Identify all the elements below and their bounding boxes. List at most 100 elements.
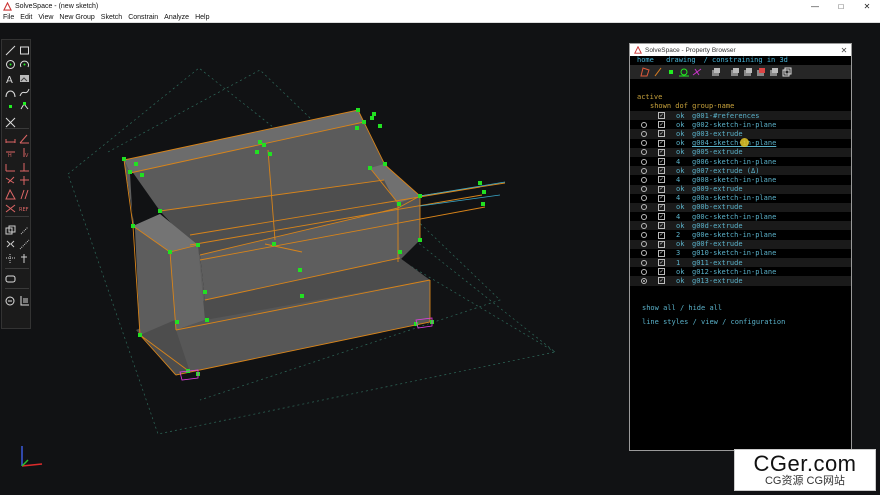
mid-point-icon[interactable] — [4, 252, 16, 264]
group-row[interactable]: ✓ 2 g00e-sketch-in-plane — [630, 230, 851, 239]
group-row[interactable]: ✓ ok g001-#references — [630, 111, 851, 121]
show-hidden-lines-icon[interactable] — [782, 67, 792, 77]
group-shown-checkbox[interactable]: ✓ — [658, 240, 665, 248]
group-row[interactable]: ✓ ok g00f-extrude — [630, 239, 851, 249]
group-shown-checkbox[interactable]: ✓ — [658, 185, 665, 193]
group-name-link[interactable]: g00b-extrude — [692, 203, 743, 211]
nav-drawing-link[interactable]: drawing — [666, 56, 696, 64]
rectangle-tool-icon[interactable] — [18, 44, 30, 56]
nearest-isometric-icon[interactable] — [4, 224, 16, 236]
tangent-arc-icon[interactable] — [4, 86, 16, 98]
angle-constraint-icon[interactable] — [18, 132, 30, 144]
active-group-radio[interactable] — [641, 241, 647, 248]
active-group-radio[interactable] — [641, 204, 647, 211]
step-dimension-icon[interactable] — [4, 294, 16, 306]
bezier-icon[interactable] — [18, 86, 30, 98]
property-browser-close-button[interactable]: ✕ — [837, 46, 851, 55]
other-supplementary-icon[interactable] — [4, 202, 16, 214]
group-name-link[interactable]: g004-sketch-in-plane — [692, 139, 776, 147]
line-styles-link[interactable]: line styles — [642, 318, 688, 326]
pt-on-face-icon[interactable] — [18, 238, 30, 250]
group-name-link[interactable]: g00e-sketch-in-plane — [692, 231, 776, 239]
show-shaded-icon[interactable] — [730, 67, 740, 77]
close-button[interactable]: ✕ — [854, 2, 880, 11]
group-row[interactable]: ✓ 4 g008-sketch-in-plane — [630, 175, 851, 184]
group-name-link[interactable]: g007-extrude (Δ) — [692, 167, 759, 175]
split-curves-icon[interactable] — [4, 116, 16, 128]
show-construction-icon[interactable] — [692, 67, 702, 77]
group-shown-checkbox[interactable]: ✓ — [658, 121, 665, 129]
group-shown-checkbox[interactable]: ✓ — [658, 167, 665, 175]
group-name-link[interactable]: g009-extrude — [692, 185, 743, 193]
group-shown-checkbox[interactable]: ✓ — [658, 277, 665, 285]
group-row[interactable]: ✓ 4 g006-sketch-in-plane — [630, 157, 851, 166]
group-row[interactable]: ✓ 4 g00c-sketch-in-plane — [630, 212, 851, 221]
active-group-radio[interactable] — [641, 149, 647, 156]
group-shown-checkbox[interactable]: ✓ — [658, 139, 665, 147]
parallel-constraint-icon[interactable] — [4, 160, 16, 172]
same-orientation-icon[interactable] — [18, 188, 30, 200]
group-name-link[interactable]: g003-extrude — [692, 130, 743, 138]
group-shown-checkbox[interactable]: ✓ — [658, 176, 665, 184]
show-all-link[interactable]: show all — [642, 304, 676, 312]
show-mesh-icon[interactable] — [769, 67, 779, 77]
group-row[interactable]: ✓ ok g00b-extrude — [630, 202, 851, 213]
menu-analyze[interactable]: Analyze — [161, 14, 192, 21]
show-faces-icon[interactable] — [711, 67, 721, 77]
nav-home-link[interactable]: home — [637, 56, 654, 64]
active-group-radio[interactable] — [641, 277, 647, 284]
active-group-radio[interactable] — [641, 232, 647, 239]
active-group-radio[interactable] — [641, 158, 647, 165]
reference-icon[interactable]: REF — [18, 202, 30, 214]
line-tool-icon[interactable] — [4, 44, 16, 56]
active-group-radio[interactable] — [641, 121, 647, 128]
menu-new-group[interactable]: New Group — [56, 14, 97, 21]
group-row[interactable]: ✓ ok g012-sketch-in-plane — [630, 267, 851, 276]
group-name-link[interactable]: g013-extrude — [692, 277, 743, 285]
image-tool-icon[interactable] — [18, 72, 30, 84]
group-row[interactable]: ✓ ok g005-extrude — [630, 147, 851, 157]
active-group-radio[interactable] — [641, 186, 647, 193]
group-shown-checkbox[interactable]: ✓ — [658, 222, 665, 230]
construction-icon[interactable] — [4, 238, 16, 250]
group-row[interactable]: ✓ ok g013-extrude — [630, 276, 851, 286]
menu-constrain[interactable]: Constrain — [125, 14, 161, 21]
group-name-link[interactable]: g005-extrude — [692, 148, 743, 156]
point-on-entity-icon[interactable] — [4, 174, 16, 186]
active-group-radio[interactable] — [641, 176, 647, 183]
active-group-radio[interactable] — [641, 268, 647, 275]
hide-all-link[interactable]: hide all — [688, 304, 722, 312]
group-shown-checkbox[interactable]: ✓ — [658, 112, 665, 120]
show-workplanes-icon[interactable] — [640, 67, 650, 77]
show-outlines-icon[interactable] — [756, 67, 766, 77]
group-shown-checkbox[interactable]: ✓ — [658, 231, 665, 239]
view-link[interactable]: view — [701, 318, 718, 326]
circle-tool-icon[interactable] — [4, 58, 16, 70]
group-name-link[interactable]: g002-sketch-in-plane — [692, 121, 776, 129]
show-normals-icon[interactable] — [653, 67, 663, 77]
workplane-icon[interactable] — [18, 100, 30, 112]
group-row[interactable]: ✓ ok g002-sketch-in-plane — [630, 120, 851, 129]
active-group-radio[interactable] — [641, 140, 647, 147]
horizontal-constraint-icon[interactable]: H — [4, 146, 16, 158]
group-shown-checkbox[interactable]: ✓ — [658, 213, 665, 221]
group-name-link[interactable]: g006-sketch-in-plane — [692, 158, 776, 166]
equal-constraint-icon[interactable] — [4, 188, 16, 200]
group-name-link[interactable]: g010-sketch-in-plane — [692, 249, 776, 257]
group-row[interactable]: ✓ 4 g00a-sketch-in-plane — [630, 194, 851, 203]
menu-help[interactable]: Help — [192, 14, 212, 21]
perpendicular-constraint-icon[interactable] — [18, 160, 30, 172]
nearest-ortho-icon[interactable] — [18, 224, 30, 236]
distance-constraint-icon[interactable] — [4, 132, 16, 144]
group-name-link[interactable]: g008-sketch-in-plane — [692, 176, 776, 184]
group-row[interactable]: ✓ ok g009-extrude — [630, 184, 851, 194]
group-row[interactable]: ✓ ok g007-extrude (Δ) — [630, 166, 851, 176]
group-name-link[interactable]: g012-sketch-in-plane — [692, 268, 776, 276]
vertical-constraint-icon[interactable]: V — [18, 146, 30, 158]
group-name-link[interactable]: g00d-extrude — [692, 222, 743, 230]
show-constraints-icon[interactable] — [679, 67, 689, 77]
group-shown-checkbox[interactable]: ✓ — [658, 130, 665, 138]
group-row[interactable]: ✓ 1 g011-extrude — [630, 258, 851, 268]
active-group-radio[interactable] — [641, 222, 647, 229]
menu-view[interactable]: View — [35, 14, 56, 21]
